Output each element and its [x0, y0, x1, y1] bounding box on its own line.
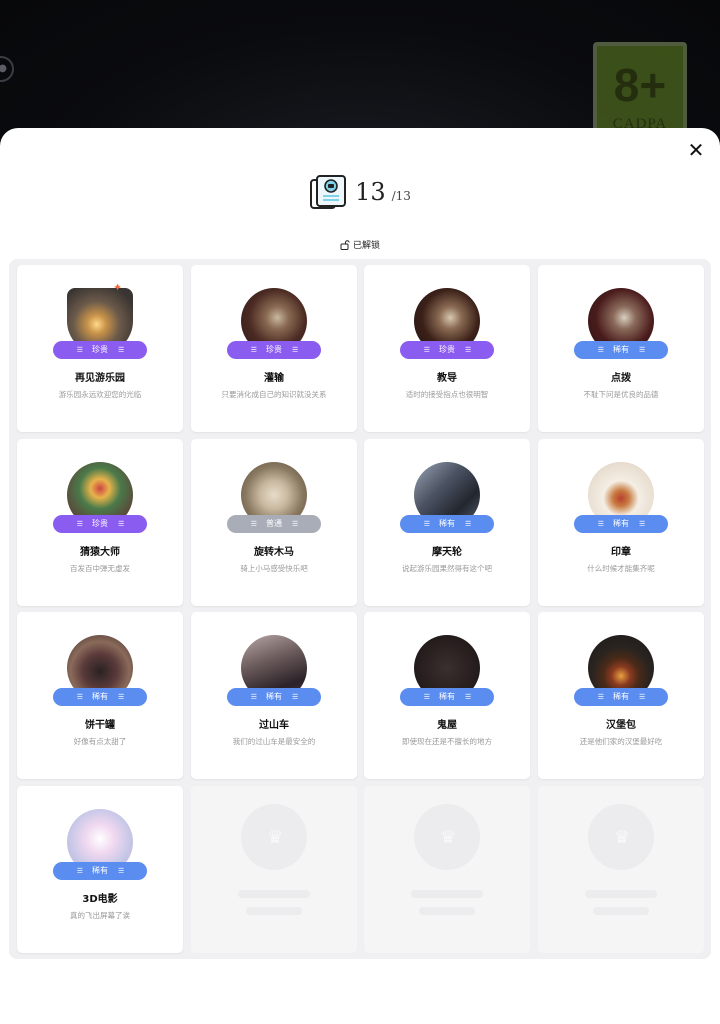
collection-card[interactable]: ☰ 稀有 ☰ 摩天轮 说起游乐园果然得有这个吧	[364, 439, 530, 606]
rarity-badge: ☰ 稀有 ☰	[574, 515, 668, 533]
rarity-badge: ☰ 普通 ☰	[227, 515, 321, 533]
crown-icon: ♛	[267, 827, 284, 848]
card-title: 饼干罐	[85, 720, 115, 731]
rarity-badge: ☰ 稀有 ☰	[400, 688, 494, 706]
card-title: 旋转木马	[254, 547, 294, 558]
card-title: 灌输	[264, 373, 284, 384]
placeholder-line	[585, 890, 657, 898]
rarity-badge: ☰ 稀有 ☰	[400, 515, 494, 533]
rarity-badge: ☰ 珍贵 ☰	[400, 341, 494, 359]
placeholder-line	[419, 907, 475, 915]
close-icon[interactable]: ✕	[684, 138, 708, 162]
rarity-badge: ☰ 珍贵 ☰	[53, 515, 147, 533]
card-title: 摩天轮	[432, 547, 462, 558]
collection-card[interactable]: ☰ 稀有 ☰ 印章 什么时候才能集齐呢	[538, 439, 704, 606]
collection-header: 13 /13	[0, 172, 720, 212]
rarity-badge: ☰ 稀有 ☰	[53, 688, 147, 706]
collection-card[interactable]: ☰ 珍贵 ☰ 猜猿大师 百发百中弹无虚发	[17, 439, 183, 606]
card-description: 游乐园永远欢迎您的光临	[58, 390, 142, 399]
rarity-badge: ☰ 珍贵 ☰	[53, 341, 147, 359]
locked-card: ♛	[191, 786, 357, 953]
age-rating-badge: 8+ CADPA	[593, 42, 687, 142]
locked-card: ♛	[538, 786, 704, 953]
card-title: 鬼屋	[437, 720, 457, 731]
card-title: 汉堡包	[606, 720, 636, 731]
card-description: 说起游乐园果然得有这个吧	[402, 564, 492, 573]
collection-card[interactable]: ☰ 稀有 ☰ 汉堡包 还是他们家的汉堡最好吃	[538, 612, 704, 779]
collection-card[interactable]: ☰ 珍贵 ☰ 灌输 只要消化成自己的知识就没关系	[191, 265, 357, 432]
placeholder-line	[238, 890, 310, 898]
card-description: 适时的接受指点也很明智	[405, 390, 489, 399]
rarity-badge: ☰ 稀有 ☰	[53, 862, 147, 880]
placeholder-line	[246, 907, 302, 915]
collected-count: 13	[355, 178, 386, 206]
total-count: /13	[391, 189, 411, 203]
rarity-badge: ☰ 稀有 ☰	[574, 341, 668, 359]
collection-card[interactable]: ☰ 稀有 ☰ 鬼屋 即使现在还是不擅长的地方	[364, 612, 530, 779]
collection-card[interactable]: ☰ 珍贵 ☰ 教导 适时的接受指点也很明智	[364, 265, 530, 432]
card-description: 百发百中弹无虚发	[70, 564, 130, 573]
collection-card[interactable]: ☰ 稀有 ☰ 3D电影 真的飞出屏幕了诶	[17, 786, 183, 953]
card-title: 3D电影	[82, 894, 118, 905]
card-description: 只要消化成自己的知识就没关系	[221, 390, 327, 399]
card-title: 点拨	[611, 373, 631, 384]
collection-grid: ✦ ☰ 珍贵 ☰ 再见游乐园 游乐园永远欢迎您的光临 ☰ 珍贵 ☰ 灌输 只要消化成自己…	[9, 259, 711, 959]
card-description: 不耻下问是优良的品德	[583, 390, 659, 399]
card-title: 印章	[611, 547, 631, 558]
sparkle-icon: ✦	[113, 281, 123, 294]
rarity-badge: ☰ 稀有 ☰	[227, 688, 321, 706]
unlocked-filter[interactable]: 已解锁	[0, 238, 720, 251]
crown-icon: ♛	[440, 827, 457, 848]
unlocked-label: 已解锁	[352, 241, 380, 251]
rarity-badge: ☰ 珍贵 ☰	[227, 341, 321, 359]
card-title: 过山车	[259, 720, 289, 731]
rarity-badge: ☰ 稀有 ☰	[574, 688, 668, 706]
collection-card[interactable]: ☰ 稀有 ☰ 过山车 我们的过山车是最安全的	[191, 612, 357, 779]
collection-card[interactable]: ✦ ☰ 珍贵 ☰ 再见游乐园 游乐园永远欢迎您的光临	[17, 265, 183, 432]
card-description: 好像有点太甜了	[73, 737, 127, 746]
crown-icon: ♛	[614, 827, 631, 848]
card-description: 即使现在还是不擅长的地方	[402, 737, 492, 746]
collection-card[interactable]: ☰ 稀有 ☰ 饼干罐 好像有点太甜了	[17, 612, 183, 779]
unlock-icon	[340, 239, 350, 250]
collection-sheet: ✕ 13 /13 已解锁 ✦ ☰珍贵☰ 再见游乐园 游乐园永远欢迎您的光临	[0, 128, 720, 1024]
card-title: 教导	[437, 373, 457, 384]
card-description: 真的飞出屏幕了诶	[70, 911, 130, 920]
photo-album-icon	[310, 175, 347, 209]
card-description: 什么时候才能集齐呢	[587, 564, 655, 573]
card-description: 骑上小马感受快乐吧	[240, 564, 308, 573]
age-rating-number: 8+	[613, 59, 667, 111]
gamepad-icon[interactable]: ●	[0, 56, 14, 82]
collection-card[interactable]: ☰ 普通 ☰ 旋转木马 骑上小马感受快乐吧	[191, 439, 357, 606]
card-description: 还是他们家的汉堡最好吃	[579, 737, 663, 746]
card-title: 猜猿大师	[80, 547, 120, 558]
placeholder-line	[411, 890, 483, 898]
card-title: 再见游乐园	[75, 373, 125, 384]
collection-card[interactable]: ☰ 稀有 ☰ 点拨 不耻下问是优良的品德	[538, 265, 704, 432]
card-description: 我们的过山车是最安全的	[232, 737, 316, 746]
placeholder-line	[593, 907, 649, 915]
locked-card: ♛	[364, 786, 530, 953]
